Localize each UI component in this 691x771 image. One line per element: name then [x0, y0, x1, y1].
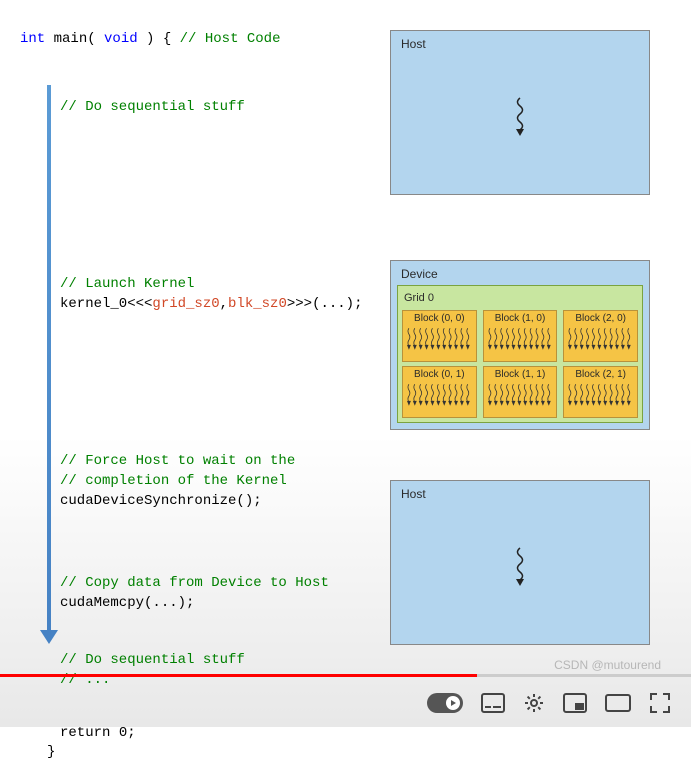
threads-icon [566, 382, 635, 410]
comment-sequential-2: // Do sequential stuff [20, 651, 370, 671]
video-progress-bar[interactable] [0, 674, 691, 677]
comment-force-wait-2: // completion of the Kernel [20, 472, 370, 492]
memcpy-call: cudaMemcpy(...); [20, 594, 370, 614]
block-1-0: Block (1, 0) [483, 310, 558, 362]
threads-icon [566, 326, 635, 354]
code-line-main: int main( void ) { // Host Code [20, 30, 370, 50]
block-label: Block (2, 1) [566, 369, 635, 380]
thread-squiggle-icon [513, 96, 527, 140]
close-brace: } [20, 743, 370, 763]
fullscreen-icon[interactable] [649, 692, 671, 714]
block-2-0: Block (2, 0) [563, 310, 638, 362]
block-label: Block (1, 0) [486, 313, 555, 324]
comment-copy-data: // Copy data from Device to Host [20, 574, 370, 594]
thread-squiggle-icon [513, 546, 527, 590]
captions-icon[interactable] [481, 693, 505, 713]
autoplay-toggle-icon[interactable] [427, 693, 463, 713]
threads-icon [486, 382, 555, 410]
block-label: Block (0, 0) [405, 313, 474, 324]
watermark: CSDN @mutourend [554, 658, 661, 672]
grid-label: Grid 0 [402, 290, 638, 306]
device-label: Device [397, 267, 643, 285]
execution-arrow [45, 85, 53, 640]
host-box-1: Host [390, 30, 650, 195]
comment-force-wait-1: // Force Host to wait on the [20, 452, 370, 472]
host-box-2: Host [390, 480, 650, 645]
comment-sequential-1: // Do sequential stuff [20, 98, 370, 118]
block-label: Block (0, 1) [405, 369, 474, 380]
block-label: Block (2, 0) [566, 313, 635, 324]
block-0-1: Block (0, 1) [402, 366, 477, 418]
host-label: Host [401, 37, 639, 51]
settings-icon[interactable] [523, 692, 545, 714]
threads-icon [405, 326, 474, 354]
video-progress-fill [0, 674, 477, 677]
video-controls [0, 679, 691, 727]
theater-mode-icon[interactable] [605, 694, 631, 712]
block-2-1: Block (2, 1) [563, 366, 638, 418]
sync-call: cudaDeviceSynchronize(); [20, 492, 370, 512]
comment-launch-kernel: // Launch Kernel [20, 275, 370, 295]
block-label: Block (1, 1) [486, 369, 555, 380]
threads-icon [405, 382, 474, 410]
threads-icon [486, 326, 555, 354]
grid-box: Grid 0 Block (0, 0) Block (1, 0) Block (… [397, 285, 643, 423]
miniplayer-icon[interactable] [563, 693, 587, 713]
code-column: int main( void ) { // Host Code // Do se… [20, 30, 370, 771]
block-row: Block (0, 1) Block (1, 1) Block (2, 1) [402, 366, 638, 418]
device-box: Device Grid 0 Block (0, 0) Block (1, 0) … [390, 260, 650, 430]
block-row: Block (0, 0) Block (1, 0) Block (2, 0) [402, 310, 638, 362]
block-1-1: Block (1, 1) [483, 366, 558, 418]
kernel-launch-call: kernel_0<<<grid_sz0,blk_sz0>>>(...); [20, 295, 370, 315]
block-0-0: Block (0, 0) [402, 310, 477, 362]
host-label: Host [401, 487, 639, 501]
